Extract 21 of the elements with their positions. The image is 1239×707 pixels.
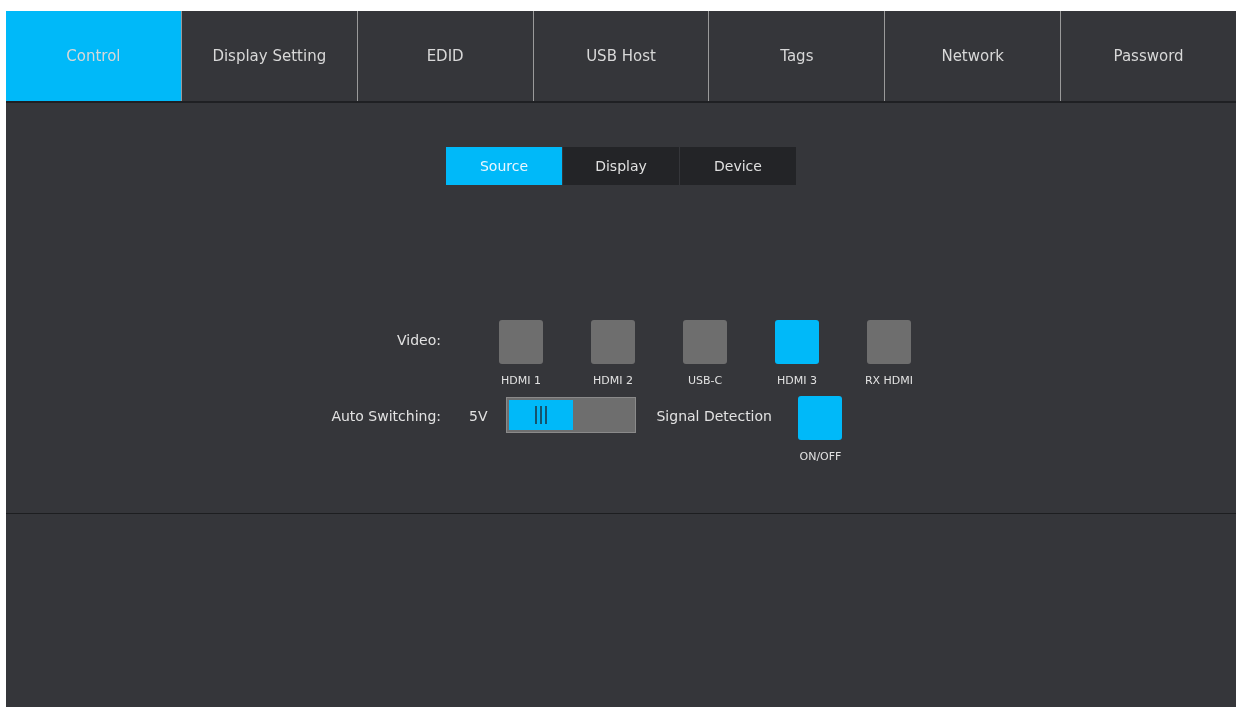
sub-tab[interactable]: Display (562, 147, 679, 185)
source-button[interactable] (683, 320, 727, 364)
source-label: HDMI 2 (593, 374, 633, 387)
source-label: HDMI 1 (501, 374, 541, 387)
toggle-switch[interactable] (506, 397, 637, 433)
auto-switching-label: Auto Switching: (330, 407, 441, 424)
sub-tab[interactable]: Device (679, 147, 796, 185)
video-label: Video: (396, 331, 441, 348)
source-label: RX HDMI (864, 374, 914, 387)
source-button[interactable] (499, 320, 543, 364)
source-label: USB-C (687, 374, 723, 387)
signal-detection-button[interactable] (798, 396, 843, 440)
source-button[interactable] (867, 320, 911, 364)
source-button[interactable] (775, 320, 819, 364)
source-label: HDMI 3 (777, 374, 817, 387)
source-button[interactable] (591, 320, 635, 364)
on-off-label: ON/OFF (799, 450, 842, 463)
switch-label: 5V (469, 408, 488, 424)
signal-detection-label: Signal Detection (656, 408, 773, 424)
switch-thumb[interactable] (509, 400, 574, 430)
grip-icon (534, 406, 549, 424)
